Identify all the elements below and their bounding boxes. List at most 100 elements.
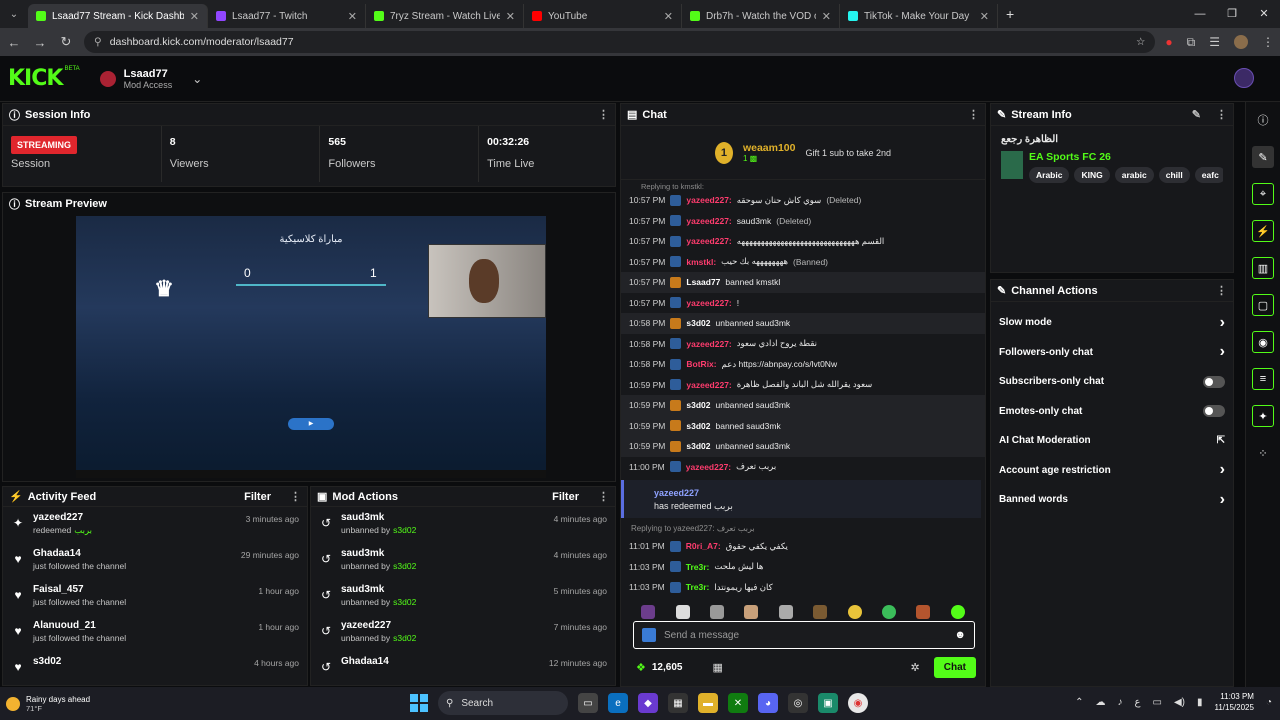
channel-action-account-age-restriction[interactable]: Account age restriction ›	[991, 456, 1233, 486]
volume-icon[interactable]: ◀)	[1174, 697, 1185, 708]
toggle-switch[interactable]	[1203, 375, 1225, 388]
tab-close-icon[interactable]: ✕	[822, 10, 831, 23]
more-options-icon[interactable]: ⋮	[290, 490, 301, 503]
chat-username[interactable]: s3d02	[686, 318, 710, 328]
user-menu-avatar[interactable]	[1234, 68, 1254, 88]
browser-tab[interactable]: Drb7h - Watch the VOD on Kick ✕	[682, 4, 840, 28]
back-icon[interactable]: ←	[6, 35, 22, 50]
extensions-puzzle-icon[interactable]: ⧉	[1187, 35, 1196, 50]
mod-action-moderator[interactable]: s3d02	[393, 597, 416, 607]
app-icon[interactable]: ▣	[818, 693, 838, 713]
mod-action-target[interactable]: saud3mk	[341, 584, 546, 595]
new-tab-button[interactable]: +	[1006, 6, 1014, 22]
chevron-right-icon[interactable]: ›	[1220, 343, 1225, 361]
wrench-icon[interactable]: ✦	[1252, 405, 1274, 427]
windows-start-icon[interactable]	[410, 694, 428, 712]
tab-close-icon[interactable]: ✕	[348, 10, 357, 23]
chat-username[interactable]: s3d02	[686, 441, 710, 451]
stream-tag[interactable]: KING	[1074, 167, 1110, 183]
activity-username[interactable]: Faisal_457	[33, 584, 250, 595]
edge-icon[interactable]: e	[608, 693, 628, 713]
more-options-icon[interactable]: ⋮	[1216, 284, 1227, 297]
emote-icon[interactable]	[778, 604, 793, 619]
profile-avatar[interactable]	[1234, 35, 1248, 49]
discord-icon[interactable]: ◕	[758, 693, 778, 713]
toggle-switch[interactable]	[1203, 405, 1225, 418]
channel-action-banned-words[interactable]: Banned words ›	[991, 485, 1233, 515]
tray-chevron-icon[interactable]: ⌃	[1075, 697, 1083, 708]
chat-username[interactable]: yazeed227:	[686, 298, 731, 308]
chevron-right-icon[interactable]: ›	[1220, 461, 1225, 479]
document-icon[interactable]: ▥	[1252, 257, 1274, 279]
notification-bell-icon[interactable]: ◔	[1266, 697, 1272, 708]
browser-tab[interactable]: 7ryz Stream - Watch Live on Kick ✕	[366, 4, 524, 28]
maximize-icon[interactable]: ❐	[1216, 0, 1248, 28]
channel-points[interactable]: 12,605	[652, 662, 683, 673]
mod-action-moderator[interactable]: s3d02	[393, 633, 416, 643]
minimize-icon[interactable]: —	[1184, 0, 1216, 28]
emoji-icon[interactable]: ☻	[954, 629, 966, 641]
forward-icon[interactable]: →	[32, 35, 48, 50]
tab-list-icon[interactable]: ☰	[1209, 35, 1220, 49]
stream-tag[interactable]: chill	[1158, 167, 1190, 183]
cloud-icon[interactable]: ☁	[1096, 697, 1106, 708]
chat-username[interactable]: R0ri_A7:	[686, 541, 721, 551]
battery-icon[interactable]: ▮	[1197, 697, 1203, 708]
channel-action-emotes-only-chat[interactable]: Emotes-only chat	[991, 397, 1233, 427]
file-explorer-icon[interactable]: ▬	[698, 693, 718, 713]
obs-icon[interactable]: ◎	[788, 693, 808, 713]
chat-input[interactable]: Send a message ☻	[633, 621, 975, 649]
activity-username[interactable]: s3d02	[33, 656, 246, 667]
chevron-right-icon[interactable]: ›	[1220, 314, 1225, 332]
layout-icon[interactable]: ⁘	[1252, 442, 1274, 464]
mod-action-target[interactable]: saud3mk	[341, 548, 546, 559]
kick-logo[interactable]: KICK	[8, 66, 63, 91]
clock[interactable]: 11:03 PM 11/15/2025	[1215, 691, 1254, 713]
chat-username[interactable]: yazeed227:	[686, 462, 731, 472]
browser-menu-icon[interactable]: ⋮	[1262, 35, 1274, 49]
browser-tab[interactable]: Lsaad77 - Twitch ✕	[208, 4, 366, 28]
bookmark-star-icon[interactable]: ☆	[1136, 36, 1145, 48]
site-info-icon[interactable]: ⚲	[94, 36, 102, 48]
reload-icon[interactable]: ↻	[58, 34, 74, 50]
emote-icon[interactable]	[950, 604, 965, 619]
edit-pencil-icon[interactable]: ✎	[1192, 108, 1201, 121]
channel-switcher[interactable]: Lsaad77 Mod Access	[124, 68, 173, 90]
category-link[interactable]: EA Sports FC 26	[1029, 151, 1223, 163]
pencil-icon[interactable]: ✎	[1252, 146, 1274, 168]
channel-action-ai-chat-moderation[interactable]: AI Chat Moderation ⇱	[991, 426, 1233, 456]
chevron-down-icon[interactable]: ⌄	[192, 72, 202, 86]
mod-action-target[interactable]: yazeed227	[341, 620, 546, 631]
chat-username[interactable]: kmstkl:	[686, 257, 716, 267]
browser-tab[interactable]: TikTok - Make Your Day ✕	[840, 4, 998, 28]
send-chat-button[interactable]: Chat	[933, 656, 976, 678]
more-options-icon[interactable]: ⋮	[598, 490, 609, 503]
target-icon[interactable]: ⌖	[1252, 183, 1274, 205]
tab-close-icon[interactable]: ✕	[664, 10, 673, 23]
browser-tab[interactable]: Lsaad77 Stream - Kick Dashboard ✕	[28, 4, 208, 28]
mic-icon[interactable]: ♪	[1118, 697, 1123, 708]
emote-icon[interactable]	[744, 604, 759, 619]
bolt-icon[interactable]: ⚡	[1252, 220, 1274, 242]
info-icon[interactable]: ⓘ	[1252, 109, 1274, 131]
more-options-icon[interactable]: ⋮	[598, 108, 609, 121]
external-link-icon[interactable]: ⇱	[1217, 435, 1225, 446]
language-icon[interactable]: ع	[1135, 697, 1141, 708]
close-window-icon[interactable]: ✕	[1248, 0, 1280, 28]
chat-username[interactable]: BotRix:	[686, 359, 716, 369]
settings-gear-icon[interactable]: ✲	[911, 661, 920, 674]
chevron-right-icon[interactable]: ›	[1220, 491, 1225, 509]
url-field[interactable]: ⚲ dashboard.kick.com/moderator/lsaad77 ☆	[84, 31, 1156, 53]
emote-icon[interactable]	[847, 604, 862, 619]
tab-search-icon[interactable]: ⌄	[0, 9, 28, 20]
stream-tag[interactable]: Arabic	[1029, 167, 1070, 183]
channel-action-slow-mode[interactable]: Slow mode ›	[991, 308, 1233, 338]
redeem-user[interactable]: yazeed227	[654, 488, 973, 498]
tab-close-icon[interactable]: ✕	[980, 10, 989, 23]
chat-username[interactable]: yazeed227:	[686, 339, 731, 349]
emote-icon[interactable]	[881, 604, 896, 619]
mod-action-target[interactable]: Ghadaa14	[341, 656, 541, 667]
tab-close-icon[interactable]: ✕	[506, 10, 515, 23]
filter-button[interactable]: Filter	[552, 491, 579, 503]
chat-username[interactable]: Tre3r:	[686, 562, 710, 572]
